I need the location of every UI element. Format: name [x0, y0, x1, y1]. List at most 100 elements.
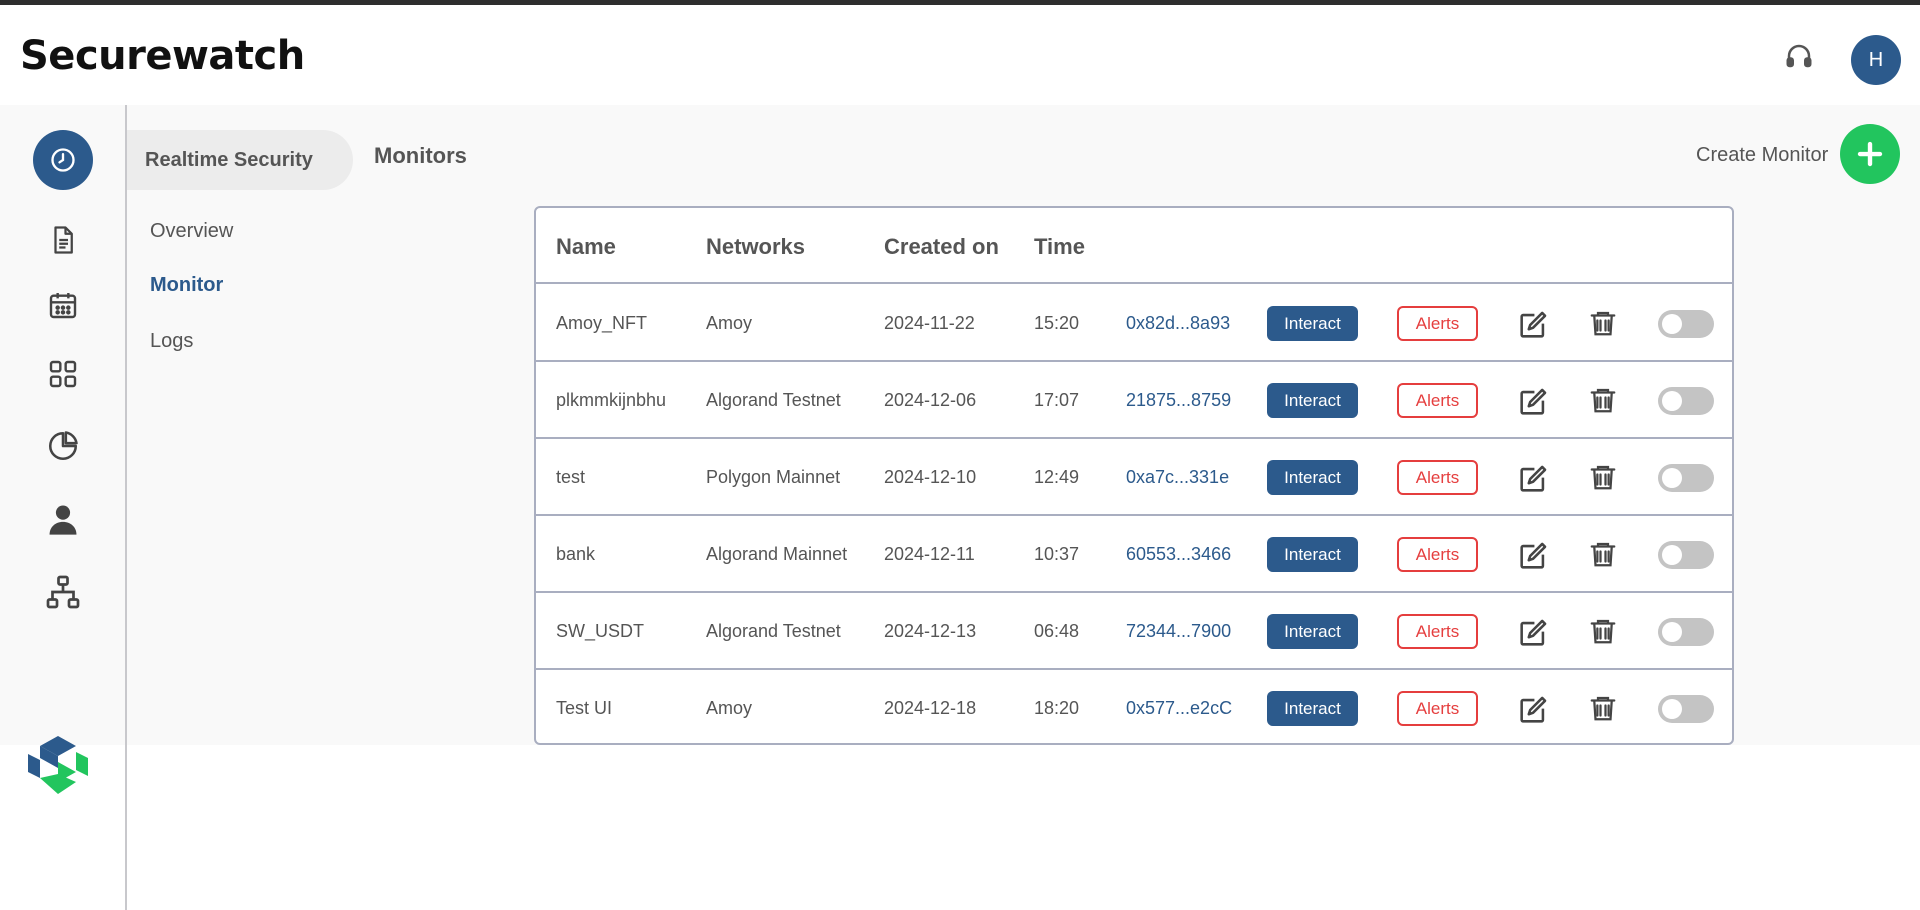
- create-monitor-button[interactable]: [1840, 124, 1900, 184]
- alerts-button[interactable]: Alerts: [1397, 383, 1478, 418]
- trash-icon[interactable]: [1588, 691, 1618, 725]
- app-header: Securewatch H: [0, 5, 1920, 105]
- pie-chart-icon: [48, 431, 78, 461]
- column-header-networks: Networks: [706, 234, 806, 259]
- interact-button[interactable]: Interact: [1267, 691, 1358, 726]
- edit-icon[interactable]: [1516, 616, 1550, 650]
- column-header-created: Created on: [884, 234, 999, 259]
- cell-created: 2024-12-18: [884, 698, 977, 718]
- cell-time: 17:07: [1034, 390, 1080, 410]
- cell-address-link[interactable]: 0x82d...8a93: [1126, 313, 1230, 334]
- page-title: Monitors: [374, 143, 467, 168]
- cell-time: 06:48: [1034, 621, 1080, 641]
- trash-icon[interactable]: [1588, 537, 1618, 571]
- cell-address-link[interactable]: 21875...8759: [1126, 390, 1231, 411]
- cell-created: 2024-12-06: [884, 390, 977, 410]
- monitor-toggle[interactable]: [1658, 464, 1714, 492]
- create-monitor-label[interactable]: Create Monitor: [1696, 144, 1828, 167]
- interact-button[interactable]: Interact: [1267, 614, 1358, 649]
- document-icon: [54, 226, 73, 254]
- toggle-knob: [1662, 391, 1682, 411]
- cell-created: 2024-11-22: [884, 313, 975, 333]
- nav-link-overview[interactable]: Overview: [150, 220, 233, 243]
- cell-name: SW_USDT: [556, 621, 645, 641]
- cell-name: plkmmkijnbhu: [556, 390, 667, 410]
- monitors-table: Name Networks Created on Time Amoy_NFT Am…: [534, 206, 1734, 745]
- cell-address-link[interactable]: 0xa7c...331e: [1126, 467, 1229, 488]
- table-row: bank Algorand Mainnet 2024-12-11 10:37 60553…: [536, 516, 1732, 593]
- grid-icon: [49, 360, 77, 388]
- table-row: plkmmkijnbhu Algorand Testnet 2024-12-06 17…: [536, 362, 1732, 439]
- toggle-knob: [1662, 699, 1682, 719]
- alerts-button[interactable]: Alerts: [1397, 691, 1478, 726]
- hierarchy-icon: [46, 575, 80, 609]
- table-row: test Polygon Mainnet 2024-12-10 12:49 0xa7c.…: [536, 439, 1732, 516]
- cell-name: test: [556, 467, 586, 487]
- rail-item-documents[interactable]: [43, 220, 83, 260]
- alerts-button[interactable]: Alerts: [1397, 614, 1478, 649]
- monitor-toggle[interactable]: [1658, 541, 1714, 569]
- cell-network: Algorand Testnet: [706, 390, 841, 410]
- interact-button[interactable]: Interact: [1267, 306, 1358, 341]
- cell-time: 10:37: [1034, 544, 1080, 564]
- cell-name: Test UI: [556, 698, 613, 718]
- user-icon: [49, 505, 77, 535]
- rail-item-profile[interactable]: [43, 499, 83, 539]
- interact-button[interactable]: Interact: [1267, 460, 1358, 495]
- brand-name: Securewatch: [20, 33, 305, 79]
- toggle-knob: [1662, 314, 1682, 334]
- nav-link-monitor[interactable]: Monitor: [150, 274, 223, 297]
- cell-name: Amoy_NFT: [556, 313, 648, 333]
- cell-name: bank: [556, 544, 596, 564]
- nav-link-logs[interactable]: Logs: [150, 330, 193, 353]
- table-row: Test UI Amoy 2024-12-18 18:20 0x577...e2cC In…: [536, 670, 1732, 743]
- sidebar-divider: [125, 105, 127, 910]
- monitor-toggle[interactable]: [1658, 695, 1714, 723]
- cell-created: 2024-12-10: [884, 467, 977, 487]
- table-header: Name Networks Created on Time: [536, 208, 1732, 284]
- column-header-name: Name: [556, 234, 616, 259]
- plus-icon: [1857, 141, 1883, 167]
- nav-section-realtime-security[interactable]: Realtime Security: [127, 130, 353, 190]
- trash-icon[interactable]: [1588, 460, 1618, 494]
- interact-button[interactable]: Interact: [1267, 537, 1358, 572]
- edit-icon[interactable]: [1516, 539, 1550, 573]
- headset-icon[interactable]: [1784, 41, 1814, 71]
- cell-address-link[interactable]: 72344...7900: [1126, 621, 1231, 642]
- edit-icon[interactable]: [1516, 693, 1550, 727]
- table-row: Amoy_NFT Amoy 2024-11-22 15:20 0x82d...8a93 I…: [536, 285, 1732, 362]
- edit-icon[interactable]: [1516, 385, 1550, 419]
- cell-time: 18:20: [1034, 698, 1080, 718]
- trash-icon[interactable]: [1588, 306, 1618, 340]
- edit-icon[interactable]: [1516, 462, 1550, 496]
- cell-address-link[interactable]: 0x577...e2cC: [1126, 698, 1232, 719]
- rail-item-network[interactable]: [43, 572, 83, 612]
- user-avatar[interactable]: H: [1851, 35, 1901, 85]
- trash-icon[interactable]: [1588, 383, 1618, 417]
- monitor-toggle[interactable]: [1658, 618, 1714, 646]
- clock-icon: [51, 148, 75, 172]
- cell-created: 2024-12-13: [884, 621, 977, 641]
- rail-item-calendar[interactable]: [43, 285, 83, 325]
- cell-network: Algorand Mainnet: [706, 544, 848, 564]
- cell-address-link[interactable]: 60553...3466: [1126, 544, 1231, 565]
- toggle-knob: [1662, 545, 1682, 565]
- edit-icon[interactable]: [1516, 308, 1550, 342]
- alerts-button[interactable]: Alerts: [1397, 537, 1478, 572]
- alerts-button[interactable]: Alerts: [1397, 460, 1478, 495]
- toggle-knob: [1662, 622, 1682, 642]
- trash-icon[interactable]: [1588, 614, 1618, 648]
- interact-button[interactable]: Interact: [1267, 383, 1358, 418]
- cell-created: 2024-12-11: [884, 544, 975, 564]
- cell-time: 15:20: [1034, 313, 1080, 333]
- cell-time: 12:49: [1034, 467, 1080, 487]
- rail-item-analytics[interactable]: [43, 426, 83, 466]
- company-logo: [28, 736, 88, 794]
- rail-item-realtime[interactable]: [33, 130, 93, 190]
- table-row: SW_USDT Algorand Testnet 2024-12-13 06:48 72…: [536, 593, 1732, 670]
- column-header-time: Time: [1034, 234, 1085, 259]
- rail-item-dashboard[interactable]: [43, 354, 83, 394]
- monitor-toggle[interactable]: [1658, 387, 1714, 415]
- monitor-toggle[interactable]: [1658, 310, 1714, 338]
- alerts-button[interactable]: Alerts: [1397, 306, 1478, 341]
